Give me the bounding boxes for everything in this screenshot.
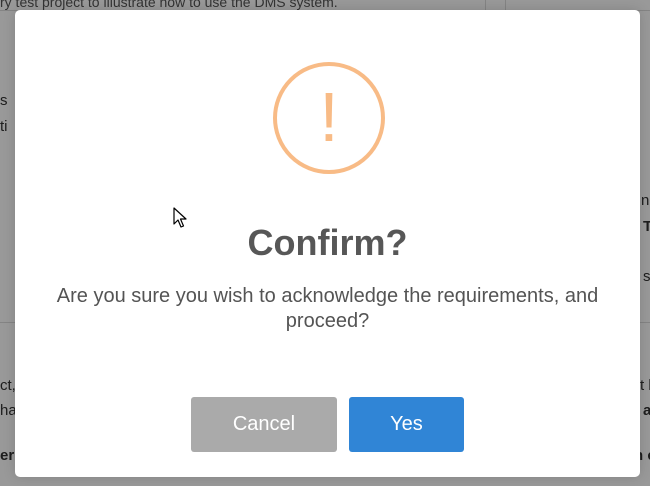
dialog-title: Confirm? xyxy=(247,222,408,263)
yes-button[interactable]: Yes xyxy=(349,397,464,452)
cancel-button[interactable]: Cancel xyxy=(191,397,337,452)
mouse-pointer-icon xyxy=(173,207,187,228)
warning-icon: ! xyxy=(273,62,385,174)
dialog-message: Are you sure you wish to acknowledge the… xyxy=(56,285,599,332)
confirm-dialog: ! Confirm? Are you sure you wish to ackn… xyxy=(15,10,640,477)
exclamation-mark: ! xyxy=(319,78,339,156)
